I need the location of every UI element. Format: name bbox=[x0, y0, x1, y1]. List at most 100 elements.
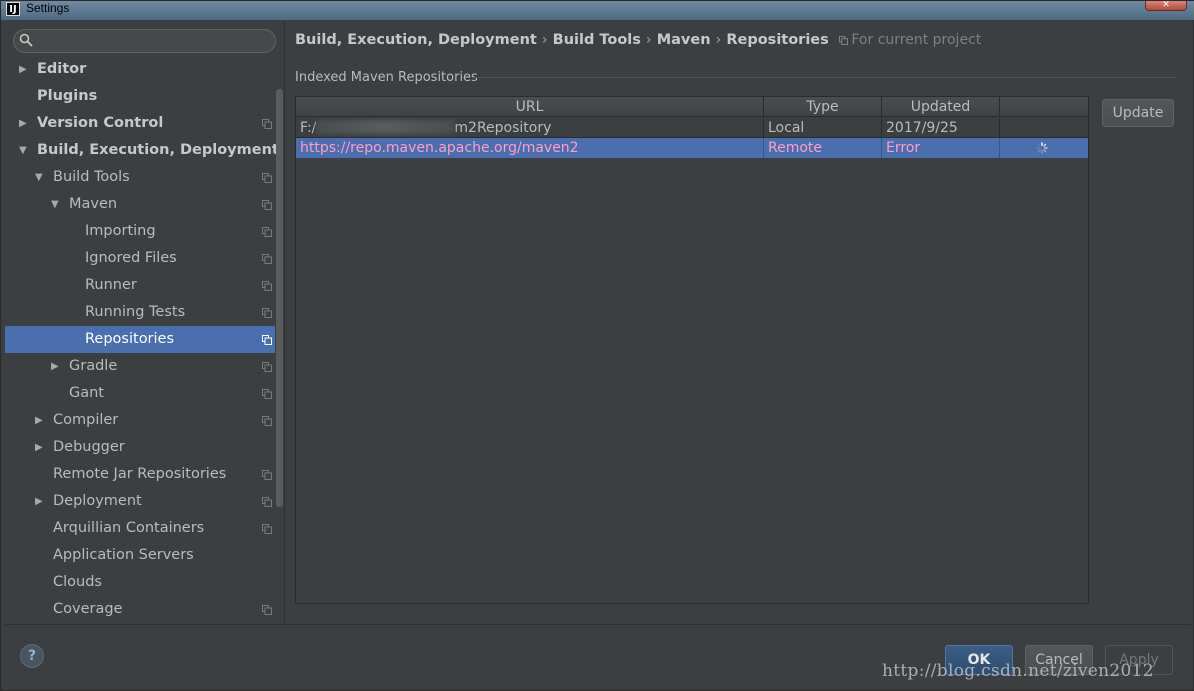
tree-item-remote-jar-repositories[interactable]: Remote Jar Repositories bbox=[5, 461, 275, 488]
tree-item-label: Coverage bbox=[53, 601, 123, 617]
project-scope-icon bbox=[262, 254, 272, 264]
type-cell: Local bbox=[764, 118, 882, 138]
collapsed-arrow-icon[interactable]: ▶ bbox=[19, 110, 29, 137]
breadcrumb-separator: › bbox=[645, 32, 652, 48]
close-window-button[interactable]: ✕ bbox=[1145, 1, 1187, 11]
group-divider bbox=[474, 77, 1176, 78]
tree-item-debugger[interactable]: ▶ Debugger bbox=[5, 434, 275, 461]
tree-item-arquillian-containers[interactable]: Arquillian Containers bbox=[5, 515, 275, 542]
type-cell: Remote bbox=[764, 138, 882, 158]
tree-item-label: Repositories bbox=[85, 331, 175, 347]
project-scope-icon bbox=[262, 308, 272, 318]
tree-item-maven[interactable]: ▼ Maven bbox=[5, 191, 275, 218]
redacted-path bbox=[316, 120, 455, 134]
project-scope-icon bbox=[262, 524, 272, 534]
tree-item-label: Clouds bbox=[53, 574, 102, 590]
expanded-arrow-icon[interactable]: ▼ bbox=[35, 164, 45, 191]
search-icon bbox=[19, 33, 33, 47]
breadcrumb-separator: › bbox=[541, 32, 548, 48]
column-header-updated[interactable]: Updated bbox=[882, 97, 1000, 117]
tree-item-label: Gant bbox=[69, 385, 104, 401]
breadcrumb-separator: › bbox=[715, 32, 722, 48]
collapsed-arrow-icon[interactable]: ▶ bbox=[35, 488, 45, 515]
tree-item-label: Importing bbox=[85, 223, 156, 239]
table-row-selected[interactable]: https://repo.maven.apache.org/maven2 Rem… bbox=[296, 138, 1088, 158]
tree-item-label: Debugger bbox=[53, 439, 125, 455]
tree-item-repositories[interactable]: Repositories bbox=[5, 326, 275, 353]
update-button[interactable]: Update bbox=[1102, 99, 1174, 127]
url-cell: F:/ m2Repository bbox=[296, 118, 764, 138]
tree-item-label: Running Tests bbox=[85, 304, 186, 320]
tree-item-running-tests[interactable]: Running Tests bbox=[5, 299, 275, 326]
tree-item-clouds[interactable]: Clouds bbox=[5, 569, 275, 596]
status-cell bbox=[1000, 138, 1088, 158]
collapsed-arrow-icon[interactable]: ▶ bbox=[51, 353, 61, 380]
breadcrumb-item-repositories: Repositories bbox=[726, 32, 829, 48]
project-scope-note: For current project bbox=[839, 32, 981, 48]
tree-item-plugins[interactable]: Plugins bbox=[5, 83, 275, 110]
table-row[interactable]: F:/ m2Repository Local 2017/9/25 bbox=[296, 118, 1088, 138]
tree-item-compiler[interactable]: ▶ Compiler bbox=[5, 407, 275, 434]
breadcrumb: Build, Execution, Deployment › Build Tools… bbox=[295, 32, 981, 48]
tree-item-gradle[interactable]: ▶ Gradle bbox=[5, 353, 275, 380]
tree-item-label: Maven bbox=[69, 196, 118, 212]
tree-item-label: Build Tools bbox=[53, 169, 130, 185]
tree-item-label: Deployment bbox=[53, 493, 142, 509]
tree-item-build-tools[interactable]: ▼ Build Tools bbox=[5, 164, 275, 191]
tree-item-ignored-files[interactable]: Ignored Files bbox=[5, 245, 275, 272]
breadcrumb-item-maven: Maven bbox=[656, 32, 711, 48]
tree-item-version-control[interactable]: ▶ Version Control bbox=[5, 110, 275, 137]
settings-tree: ▶ Editor Plugins ▶ Version Control ▼ Build, Ex… bbox=[5, 56, 279, 623]
tree-item-label: Remote Jar Repositories bbox=[53, 466, 227, 482]
repositories-table[interactable]: URL Type Updated F:/ m2Repository Local 2… bbox=[295, 96, 1089, 604]
url-suffix: m2Repository bbox=[454, 120, 552, 136]
column-header-status bbox=[1000, 97, 1088, 117]
tree-item-application-servers[interactable]: Application Servers bbox=[5, 542, 275, 569]
expanded-arrow-icon[interactable]: ▼ bbox=[51, 191, 61, 218]
project-scope-icon bbox=[262, 200, 272, 210]
tree-item-label: Plugins bbox=[37, 88, 98, 104]
tree-item-label: Compiler bbox=[53, 412, 119, 428]
tree-item-runner[interactable]: Runner bbox=[5, 272, 275, 299]
repositories-panel: Build, Execution, Deployment › Build Tools… bbox=[286, 21, 1191, 624]
project-scope-icon bbox=[262, 416, 272, 426]
collapsed-arrow-icon[interactable]: ▶ bbox=[35, 407, 45, 434]
project-scope-icon bbox=[262, 605, 272, 615]
settings-search-input[interactable] bbox=[38, 32, 268, 50]
url-prefix: F:/ bbox=[300, 120, 317, 136]
collapsed-arrow-icon[interactable]: ▶ bbox=[19, 56, 29, 83]
tree-item-coverage[interactable]: Coverage bbox=[5, 596, 275, 623]
url-cell: https://repo.maven.apache.org/maven2 bbox=[296, 138, 764, 158]
settings-search-box[interactable] bbox=[13, 29, 276, 53]
breadcrumb-item-build-execution-deployment: Build, Execution, Deployment bbox=[295, 32, 537, 48]
sidebar-scrollbar[interactable] bbox=[276, 89, 283, 507]
watermark-text: http://blog.csdn.net/ziven2012 bbox=[882, 661, 1154, 681]
tree-item-label: Ignored Files bbox=[85, 250, 177, 266]
table-header: URL Type Updated bbox=[296, 97, 1088, 117]
column-header-type[interactable]: Type bbox=[764, 97, 882, 117]
tree-item-gant[interactable]: Gant bbox=[5, 380, 275, 407]
project-scope-icon bbox=[262, 281, 272, 291]
column-header-url[interactable]: URL bbox=[296, 97, 764, 117]
tree-item-label: Version Control bbox=[37, 115, 164, 131]
title-bar: IJ Settings ✕ bbox=[1, 1, 1194, 20]
tree-item-importing[interactable]: Importing bbox=[5, 218, 275, 245]
tree-item-label: Application Servers bbox=[53, 547, 194, 563]
tree-item-deployment[interactable]: ▶ Deployment bbox=[5, 488, 275, 515]
window-title: Settings bbox=[26, 1, 70, 15]
collapsed-arrow-icon[interactable]: ▶ bbox=[35, 434, 45, 461]
tree-item-label: Runner bbox=[85, 277, 137, 293]
tree-item-editor[interactable]: ▶ Editor bbox=[5, 56, 275, 83]
indexed-repositories-title: Indexed Maven Repositories bbox=[295, 70, 478, 85]
close-icon: ✕ bbox=[1162, 0, 1170, 10]
help-button[interactable]: ? bbox=[20, 644, 44, 668]
settings-window: IJ Settings ✕ ▶ Editor Plugins ▶ Version Con… bbox=[0, 0, 1194, 691]
tree-item-label: Build, Execution, Deployment bbox=[37, 142, 279, 158]
project-scope-icon bbox=[262, 227, 272, 237]
project-scope-icon bbox=[262, 389, 272, 399]
loading-spinner-icon bbox=[1036, 142, 1048, 154]
tree-item-build-execution-deployment[interactable]: ▼ Build, Execution, Deployment bbox=[5, 137, 279, 164]
tree-item-label: Gradle bbox=[69, 358, 118, 374]
expanded-arrow-icon[interactable]: ▼ bbox=[19, 137, 29, 164]
project-scope-icon bbox=[839, 36, 849, 45]
